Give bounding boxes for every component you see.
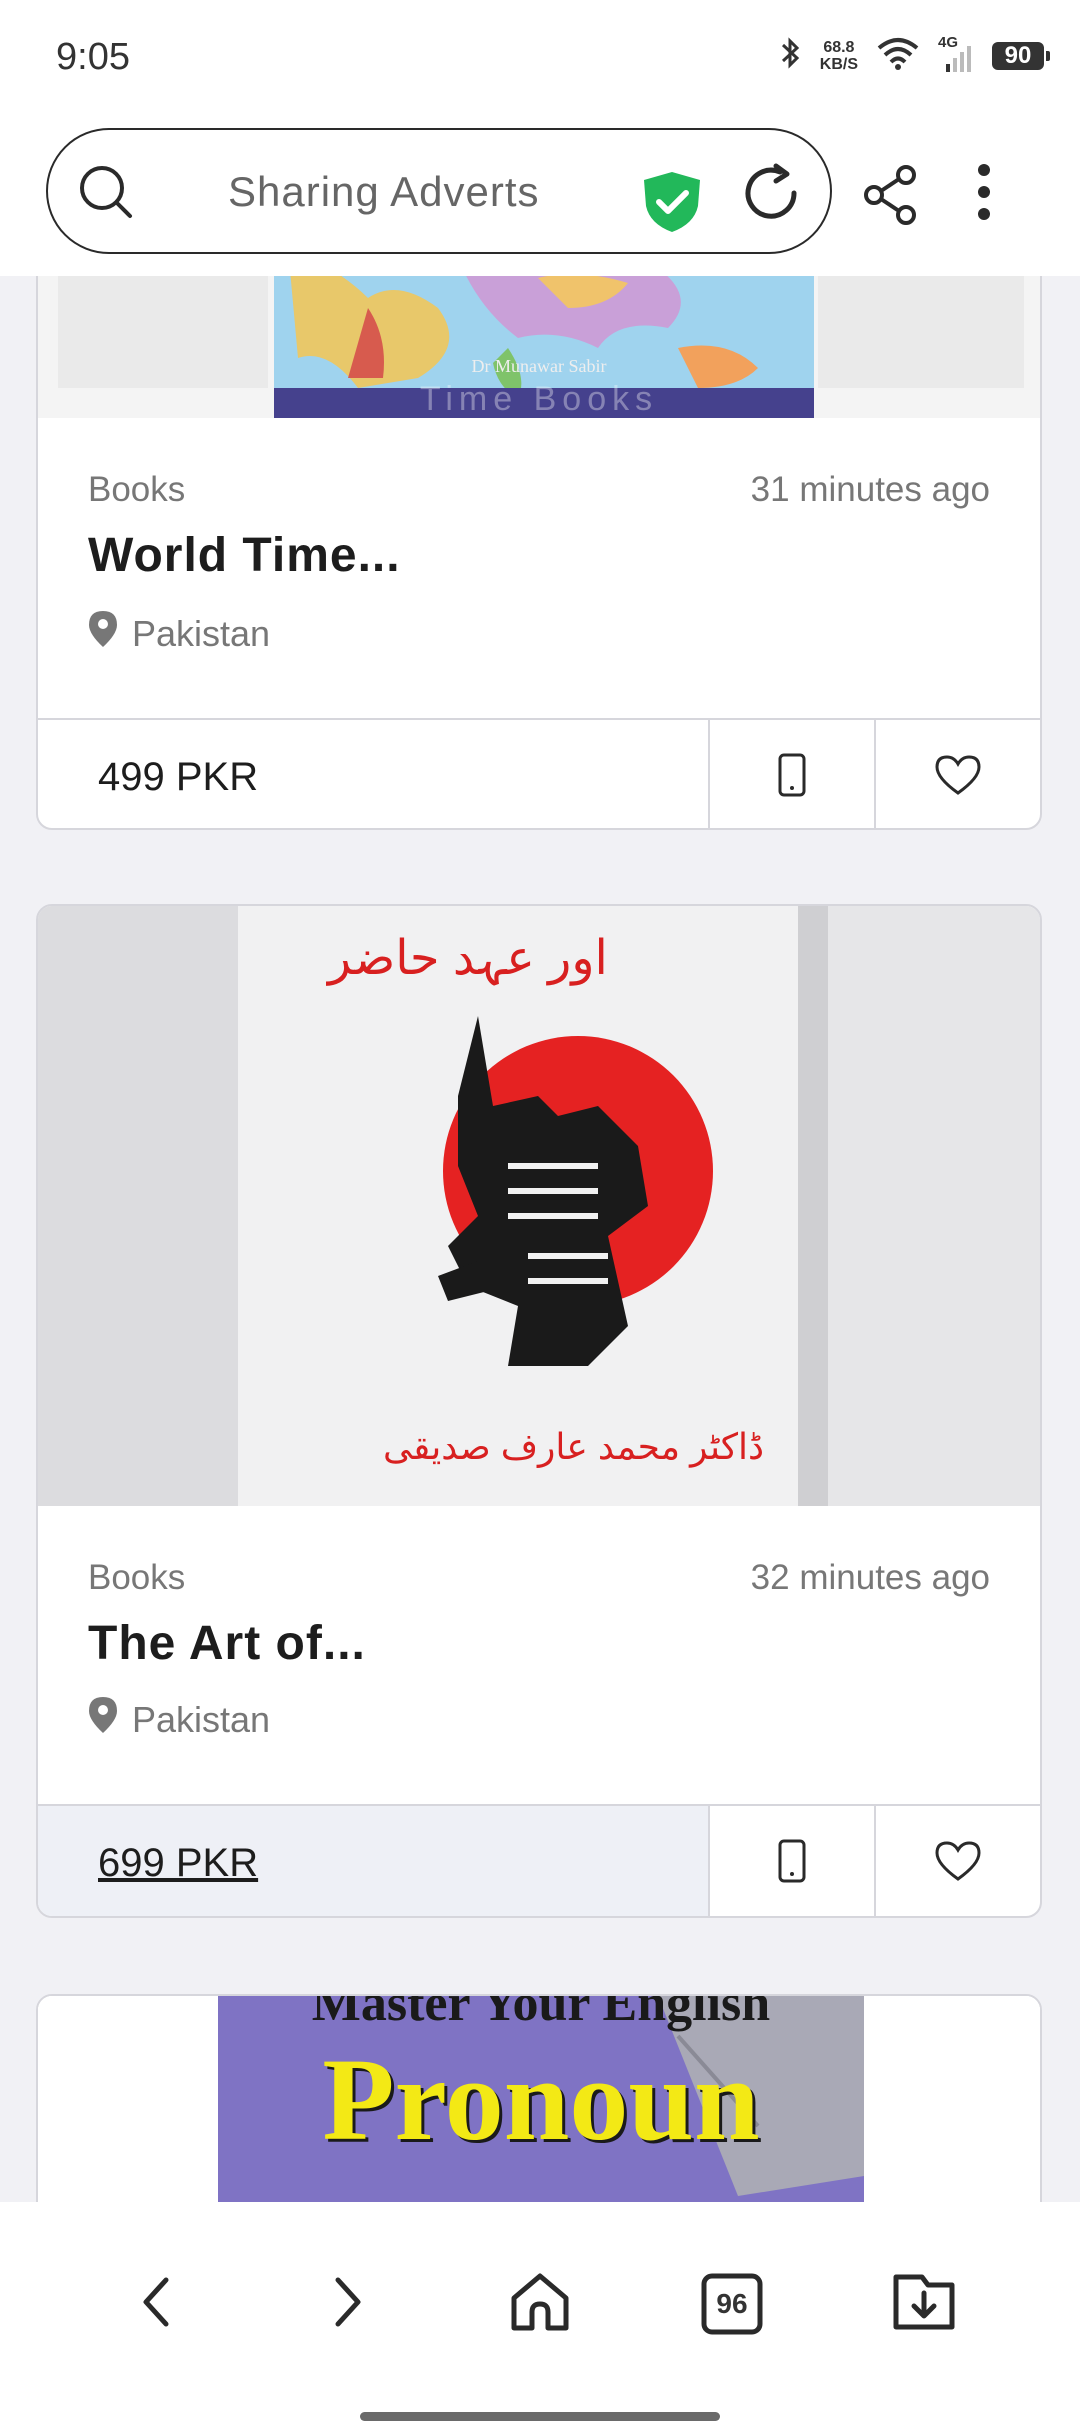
- chevron-left-icon[interactable]: [136, 2274, 176, 2335]
- listing-actions: 499 PKR: [38, 718, 1040, 828]
- more-options-icon[interactable]: [976, 162, 992, 227]
- listing-title[interactable]: World Time...: [88, 528, 401, 583]
- listing-time: 32 minutes ago: [750, 1558, 990, 1597]
- listing-location: Pakistan: [88, 610, 270, 657]
- image-text-top: اور عہد حاضر: [328, 932, 608, 985]
- share-icon[interactable]: [862, 164, 918, 231]
- site-title[interactable]: Sharing Adverts: [228, 168, 540, 216]
- price-text[interactable]: 499 PKR: [98, 755, 258, 800]
- back-button[interactable]: [116, 2264, 196, 2344]
- wifi-icon: [876, 36, 920, 75]
- reload-icon[interactable]: [740, 162, 802, 229]
- chevron-right-icon[interactable]: [328, 2274, 368, 2335]
- price-link[interactable]: 499 PKR: [38, 720, 708, 828]
- phone-icon[interactable]: [778, 753, 806, 802]
- heart-icon[interactable]: [934, 754, 982, 801]
- tabs-button[interactable]: 96: [692, 2264, 772, 2344]
- listing-category: Books: [88, 470, 186, 509]
- listing-location: Pakistan: [88, 1696, 270, 1743]
- image-faded-text: Time Books: [419, 380, 659, 418]
- status-icons: 68.8 KB/S 4G 90: [780, 34, 1050, 75]
- phone-icon[interactable]: [778, 1839, 806, 1888]
- price-text[interactable]: 699 PKR: [98, 1841, 258, 1886]
- price-link[interactable]: 699 PKR: [38, 1806, 708, 1916]
- address-bar[interactable]: Sharing Adverts: [46, 128, 832, 254]
- home-button[interactable]: [500, 2264, 580, 2344]
- status-time: 9:05: [56, 36, 130, 78]
- tab-count[interactable]: 96: [701, 2273, 763, 2335]
- favorite-button[interactable]: [874, 720, 1040, 828]
- forward-button[interactable]: [308, 2264, 388, 2344]
- location-pin-icon: [88, 1696, 118, 1743]
- browser-toolbar: Sharing Adverts: [0, 118, 1080, 276]
- listing-category: Books: [88, 1558, 186, 1597]
- location-pin-icon: [88, 610, 118, 657]
- location-text: Pakistan: [132, 612, 271, 654]
- cellular-signal-icon: 4G: [938, 34, 974, 74]
- home-icon[interactable]: [508, 2270, 572, 2339]
- network-speed-unit: KB/S: [819, 55, 858, 73]
- call-button[interactable]: [708, 720, 874, 828]
- listing-time: 31 minutes ago: [750, 470, 990, 509]
- listing-image[interactable]: Master Your English Pronoun: [38, 1996, 1040, 2202]
- status-bar: 9:05 68.8 KB/S 4G 90: [0, 0, 1080, 118]
- network-speed: 68.8 KB/S: [820, 39, 858, 73]
- listing-image[interactable]: Dr Munawar Sabir Time Books: [38, 276, 1040, 418]
- bluetooth-icon: [780, 36, 802, 75]
- image-text-bottom: ڈاکٹر محمد عارف صدیقی: [383, 1426, 764, 1467]
- image-caption: Dr Munawar Sabir: [471, 356, 607, 376]
- tabs-icon[interactable]: 96: [701, 2273, 763, 2335]
- location-text: Pakistan: [132, 1698, 271, 1740]
- image-text-top: Master Your English: [311, 1996, 771, 2032]
- call-button[interactable]: [708, 1806, 874, 1916]
- listing-actions: 699 PKR: [38, 1804, 1040, 1916]
- battery-indicator: 90: [992, 41, 1050, 70]
- listing-card[interactable]: Dr Munawar Sabir Time Books Books 31 min…: [36, 276, 1042, 830]
- search-icon[interactable]: [76, 162, 136, 227]
- image-text-main: Pronoun: [322, 2034, 760, 2165]
- listing-card[interactable]: اور عہد حاضر ڈاکٹر محمد عارف صدیقی Books…: [36, 904, 1042, 1918]
- listing-card[interactable]: Master Your English Pronoun: [36, 1994, 1042, 2202]
- listing-image[interactable]: اور عہد حاضر ڈاکٹر محمد عارف صدیقی: [38, 906, 1040, 1506]
- home-indicator[interactable]: [360, 2412, 720, 2421]
- network-speed-value: 68.8: [823, 38, 855, 56]
- security-shield-icon[interactable]: [640, 170, 704, 239]
- download-icon[interactable]: [892, 2271, 956, 2338]
- listing-meta: Books 32 minutes ago: [88, 1558, 990, 1598]
- listings-feed: Dr Munawar Sabir Time Books Books 31 min…: [0, 276, 1080, 2202]
- heart-icon[interactable]: [934, 1840, 982, 1887]
- downloads-button[interactable]: [884, 2264, 964, 2344]
- listing-title[interactable]: The Art of...: [88, 1616, 366, 1671]
- browser-bottom-nav: 96: [0, 2202, 1080, 2436]
- favorite-button[interactable]: [874, 1806, 1040, 1916]
- listing-meta: Books 31 minutes ago: [88, 470, 990, 510]
